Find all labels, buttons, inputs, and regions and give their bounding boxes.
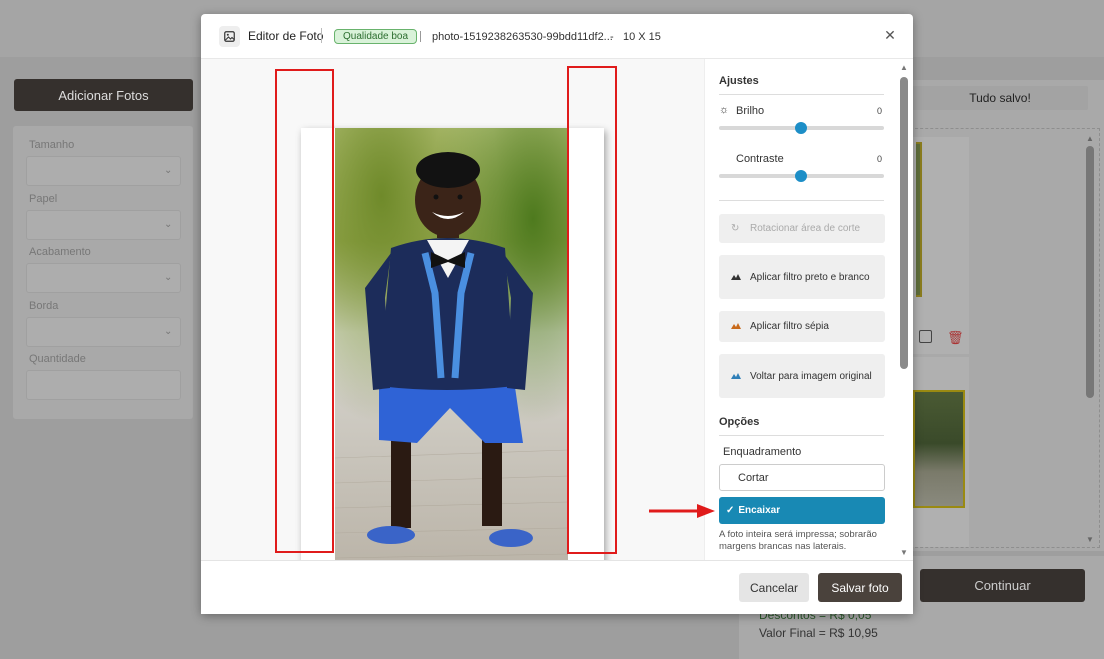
fit-option-label: Encaixar xyxy=(738,505,781,516)
finish-select[interactable]: ⌄ xyxy=(26,263,181,293)
scrollbar-thumb[interactable] xyxy=(900,77,908,369)
chevron-down-icon: ⌄ xyxy=(164,326,173,337)
divider xyxy=(719,435,884,436)
add-photos-button[interactable]: Adicionar Fotos xyxy=(14,79,193,111)
photo-card[interactable] xyxy=(905,357,969,547)
edit-photo-icon[interactable] xyxy=(919,330,932,343)
photo-thumbnail xyxy=(913,390,965,508)
filter-label-paper: Papel xyxy=(29,193,58,205)
brightness-slider-handle[interactable] xyxy=(795,122,807,134)
paper-select[interactable]: ⌄ xyxy=(26,210,181,240)
scroll-up-icon[interactable]: ▲ xyxy=(899,63,909,72)
filter-label-quantity: Quantidade xyxy=(29,353,86,365)
annotation-arrow-icon xyxy=(649,504,715,518)
image-sepia-icon xyxy=(731,321,741,332)
photo-thumbnail xyxy=(916,142,922,297)
border-select[interactable]: ⌄ xyxy=(26,317,181,347)
cancel-button[interactable]: Cancelar xyxy=(739,573,809,602)
fit-option-note: A foto inteira será impressa; sobrarão m… xyxy=(719,529,877,552)
rotate-crop-label: Rotacionar área de corte xyxy=(750,223,861,234)
continue-button[interactable]: Continuar xyxy=(920,569,1085,602)
divider xyxy=(719,200,884,201)
brightness-label: Brilho xyxy=(736,105,765,117)
framing-label: Enquadramento xyxy=(723,446,802,458)
chevron-down-icon: ⌄ xyxy=(164,219,173,230)
sepia-filter-button[interactable]: Aplicar filtro sépia xyxy=(719,311,885,342)
filter-label-border: Borda xyxy=(29,300,59,312)
filter-label-size: Tamanho xyxy=(29,139,75,151)
save-status: Tudo salvo! xyxy=(912,86,1088,110)
image-original-icon xyxy=(731,371,741,382)
sun-icon: ☼ xyxy=(719,104,730,116)
image-bw-icon xyxy=(731,272,741,283)
chevron-down-icon: ⌄ xyxy=(164,272,173,283)
side-panel-content: ▲ ▼ Ajustes ☼ Brilho 0 Contraste 0 ↻ Rot… xyxy=(201,14,913,614)
scroll-down-icon[interactable]: ▼ xyxy=(899,548,909,557)
contrast-label: Contraste xyxy=(736,153,784,165)
adjustments-title: Ajustes xyxy=(719,75,759,87)
save-photo-button[interactable]: Salvar foto xyxy=(818,573,902,602)
restore-original-button[interactable]: Voltar para imagem original xyxy=(719,354,885,398)
rotate-icon: ↻ xyxy=(731,223,740,234)
filter-panel: Tamanho ⌄ Papel ⌄ Acabamento ⌄ Borda ⌄ Q… xyxy=(13,126,193,419)
restore-original-label: Voltar para imagem original xyxy=(750,370,872,382)
crop-option-button[interactable]: Cortar xyxy=(719,464,885,491)
scroll-up-icon[interactable]: ▲ xyxy=(1086,134,1094,143)
brightness-slider[interactable] xyxy=(719,122,884,134)
divider xyxy=(719,94,884,95)
sepia-filter-label: Aplicar filtro sépia xyxy=(750,321,829,332)
quantity-input[interactable] xyxy=(26,370,181,400)
options-title: Opções xyxy=(719,416,760,428)
photo-card[interactable]: 🗑 xyxy=(905,137,969,354)
bw-filter-button[interactable]: Aplicar filtro preto e branco xyxy=(719,255,885,299)
contrast-value: 0 xyxy=(877,154,883,164)
final-value-text: Valor Final = R$ 10,95 xyxy=(759,626,878,640)
filter-label-finish: Acabamento xyxy=(29,246,91,258)
contrast-slider[interactable] xyxy=(719,170,884,182)
photos-scrollbar[interactable]: ▲ ▼ xyxy=(1086,134,1094,544)
check-icon: ✓ xyxy=(726,505,735,516)
trash-icon[interactable]: 🗑 xyxy=(947,330,964,346)
chevron-down-icon: ⌄ xyxy=(164,165,173,176)
contrast-slider-handle[interactable] xyxy=(795,170,807,182)
rotate-crop-button[interactable]: ↻ Rotacionar área de corte xyxy=(719,214,885,243)
fit-option-button[interactable]: ✓ Encaixar xyxy=(719,497,885,524)
scrollbar-thumb[interactable] xyxy=(1086,146,1094,398)
side-panel-scrollbar[interactable]: ▲ ▼ xyxy=(899,63,909,557)
bw-filter-label: Aplicar filtro preto e branco xyxy=(750,271,870,283)
scroll-down-icon[interactable]: ▼ xyxy=(1086,535,1094,544)
size-select[interactable]: ⌄ xyxy=(26,156,181,186)
brightness-value: 0 xyxy=(877,106,883,116)
